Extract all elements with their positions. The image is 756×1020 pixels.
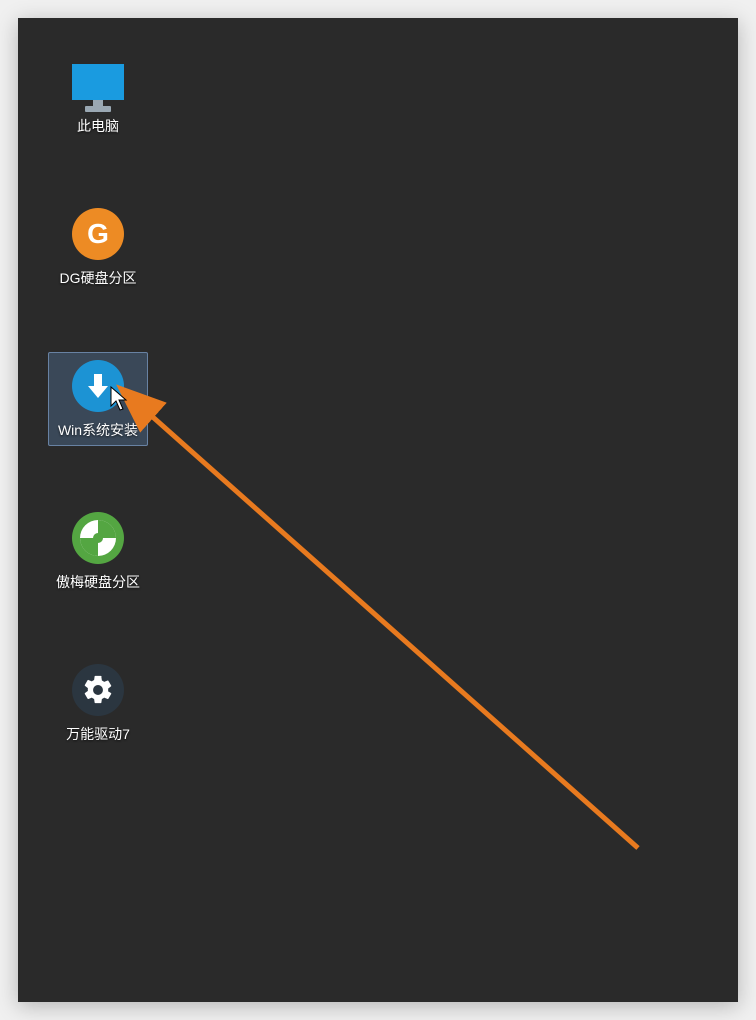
desktop-icon-universal-driver[interactable]: 万能驱动7: [48, 656, 148, 750]
gear-icon: [70, 662, 126, 718]
icon-label: 傲梅硬盘分区: [56, 572, 140, 592]
desktop-icon-aomei-partition[interactable]: 傲梅硬盘分区: [48, 504, 148, 598]
desktop[interactable]: 此电脑 G DG硬盘分区 Win系统安装 傲梅硬盘分区: [18, 18, 738, 1002]
desktop-icon-this-pc[interactable]: 此电脑: [48, 48, 148, 142]
download-arrow-icon: [70, 358, 126, 414]
icon-label: Win系统安装: [58, 420, 138, 440]
icon-label: DG硬盘分区: [60, 268, 137, 288]
pie-chart-icon: [70, 510, 126, 566]
desktop-icon-dg-partition[interactable]: G DG硬盘分区: [48, 200, 148, 294]
icon-label: 此电脑: [77, 116, 119, 136]
desktop-frame: 此电脑 G DG硬盘分区 Win系统安装 傲梅硬盘分区: [18, 18, 738, 1002]
g-letter-icon: G: [70, 206, 126, 262]
monitor-icon: [70, 54, 126, 110]
icon-label: 万能驱动7: [66, 724, 130, 744]
desktop-icon-win-installer[interactable]: Win系统安装: [48, 352, 148, 446]
